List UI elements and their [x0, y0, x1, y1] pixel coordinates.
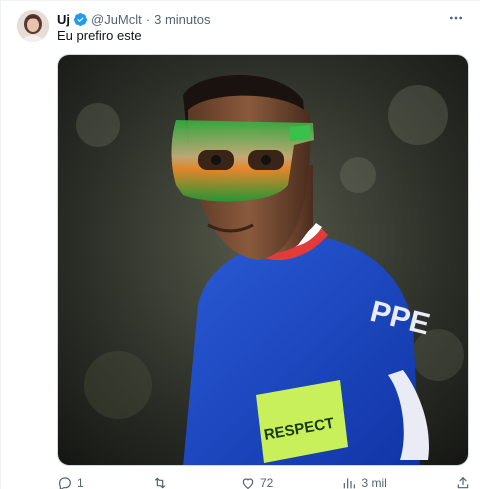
reply-button[interactable]: 1 — [57, 475, 84, 489]
tweet-text: Eu prefiro este — [57, 28, 142, 43]
share-icon — [457, 477, 469, 489]
views-icon — [344, 478, 356, 489]
author-name[interactable]: Uj — [57, 12, 70, 27]
timestamp[interactable]: 3 minutos — [154, 12, 210, 27]
tweet-actions: 1 72 3 mil — [57, 474, 471, 489]
retweet-button[interactable] — [152, 475, 172, 489]
tweet-header: Uj @JuMclt · 3 minutos — [57, 10, 210, 28]
avatar[interactable] — [17, 10, 49, 42]
heart-icon — [242, 478, 254, 489]
tweet[interactable]: Uj @JuMclt · 3 minutos Eu prefiro este R… — [0, 0, 480, 489]
more-icon — [450, 16, 462, 20]
views-button[interactable]: 3 mil — [341, 475, 387, 489]
reply-icon — [59, 477, 71, 489]
share-button[interactable] — [455, 475, 471, 489]
tweet-media[interactable]: RESPECT PPE — [57, 54, 469, 466]
verified-badge-icon — [73, 12, 88, 26]
separator-dot: · — [145, 11, 151, 27]
like-button[interactable]: 72 — [240, 475, 273, 489]
more-options-button[interactable] — [446, 9, 466, 27]
avatar-image — [17, 10, 49, 42]
tweet-photo: RESPECT PPE — [58, 55, 468, 465]
views-count: 3 mil — [361, 476, 387, 489]
reply-count: 1 — [77, 476, 84, 489]
like-count: 72 — [259, 476, 274, 489]
retweet-icon — [154, 477, 165, 489]
author-handle[interactable]: @JuMclt — [91, 12, 142, 27]
